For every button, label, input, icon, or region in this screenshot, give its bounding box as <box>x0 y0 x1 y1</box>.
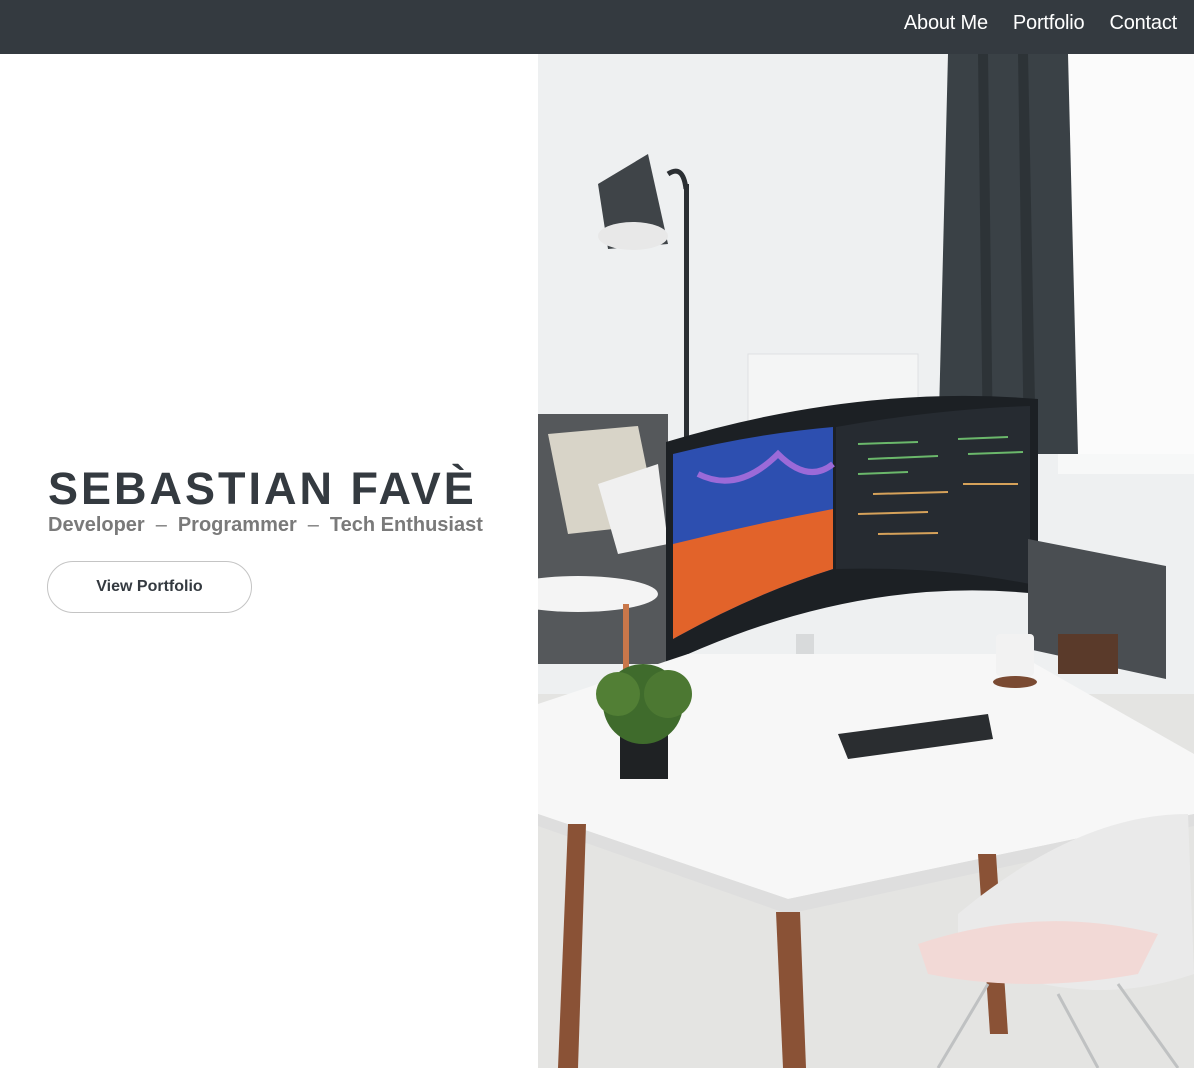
nav-about-me[interactable]: About Me <box>904 12 988 35</box>
hero-name: SEBASTIAN FAVÈ <box>48 463 477 514</box>
tagline-developer: Developer <box>48 514 145 536</box>
tagline-tech-enthusiast: Tech Enthusiast <box>329 514 483 536</box>
nav-contact[interactable]: Contact <box>1109 12 1177 35</box>
nav-links: About Me Portfolio Contact <box>904 0 1177 46</box>
hero-tagline: Developer – Programmer – Tech Enthusiast <box>48 514 483 537</box>
desk-setup-image <box>538 54 1194 1068</box>
view-portfolio-button[interactable]: View Portfolio <box>47 561 252 613</box>
tagline-programmer: Programmer <box>177 514 297 536</box>
tagline-separator: – <box>155 514 167 536</box>
top-navbar: About Me Portfolio Contact <box>0 0 1194 54</box>
nav-portfolio[interactable]: Portfolio <box>1013 12 1085 35</box>
tagline-separator: – <box>307 514 319 536</box>
desk-setup-illustration <box>538 54 1194 1068</box>
